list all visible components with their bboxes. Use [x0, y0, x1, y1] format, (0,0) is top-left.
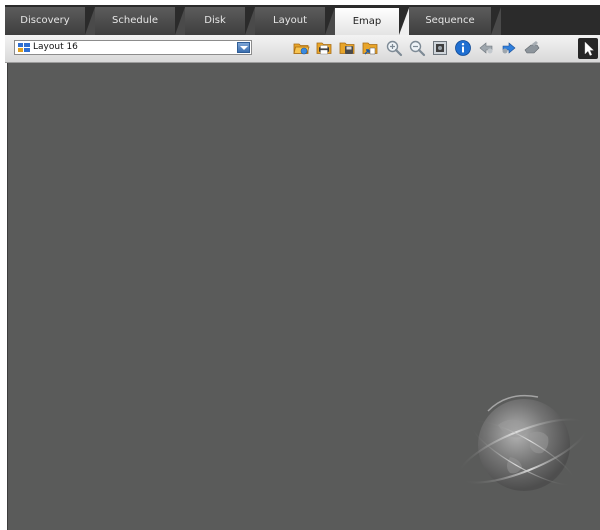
previous-map-icon[interactable]	[477, 39, 495, 57]
layout-select[interactable]: Layout 16	[14, 40, 252, 55]
emap-toolbar: Layout 16	[5, 35, 600, 63]
print-map-icon[interactable]	[315, 39, 333, 57]
tab-discovery[interactable]: Discovery	[5, 7, 85, 35]
tab-separator	[399, 8, 409, 35]
open-map-icon[interactable]	[292, 39, 310, 57]
emap-canvas[interactable]	[7, 63, 600, 530]
layout-select-value: Layout 16	[33, 42, 78, 52]
emap-window: Discovery Schedule Disk Layout Emap Sequ…	[0, 0, 600, 530]
tab-schedule[interactable]: Schedule	[95, 7, 175, 35]
info-icon[interactable]	[454, 39, 472, 57]
home-map-icon[interactable]	[523, 39, 541, 57]
tab-emap[interactable]: Emap	[335, 8, 399, 35]
save-map-icon[interactable]	[338, 39, 356, 57]
tab-sequence[interactable]: Sequence	[409, 7, 491, 35]
tab-separator	[85, 7, 95, 35]
tab-separator	[325, 7, 335, 35]
tab-bar: Discovery Schedule Disk Layout Emap Sequ…	[5, 5, 600, 35]
chevron-down-icon[interactable]	[237, 42, 250, 53]
tab-disk[interactable]: Disk	[185, 7, 245, 35]
zoom-out-icon[interactable]	[408, 39, 426, 57]
tab-separator	[175, 7, 185, 35]
layout-grid-icon	[18, 43, 30, 52]
tab-layout[interactable]: Layout	[255, 7, 325, 35]
tab-separator	[245, 7, 255, 35]
globe-logo-icon	[448, 373, 598, 523]
fit-to-window-icon[interactable]	[431, 39, 449, 57]
next-map-icon[interactable]	[500, 39, 518, 57]
import-map-icon[interactable]	[361, 39, 379, 57]
pointer-icon[interactable]	[578, 38, 598, 59]
zoom-in-icon[interactable]	[385, 39, 403, 57]
tab-separator	[491, 7, 501, 35]
